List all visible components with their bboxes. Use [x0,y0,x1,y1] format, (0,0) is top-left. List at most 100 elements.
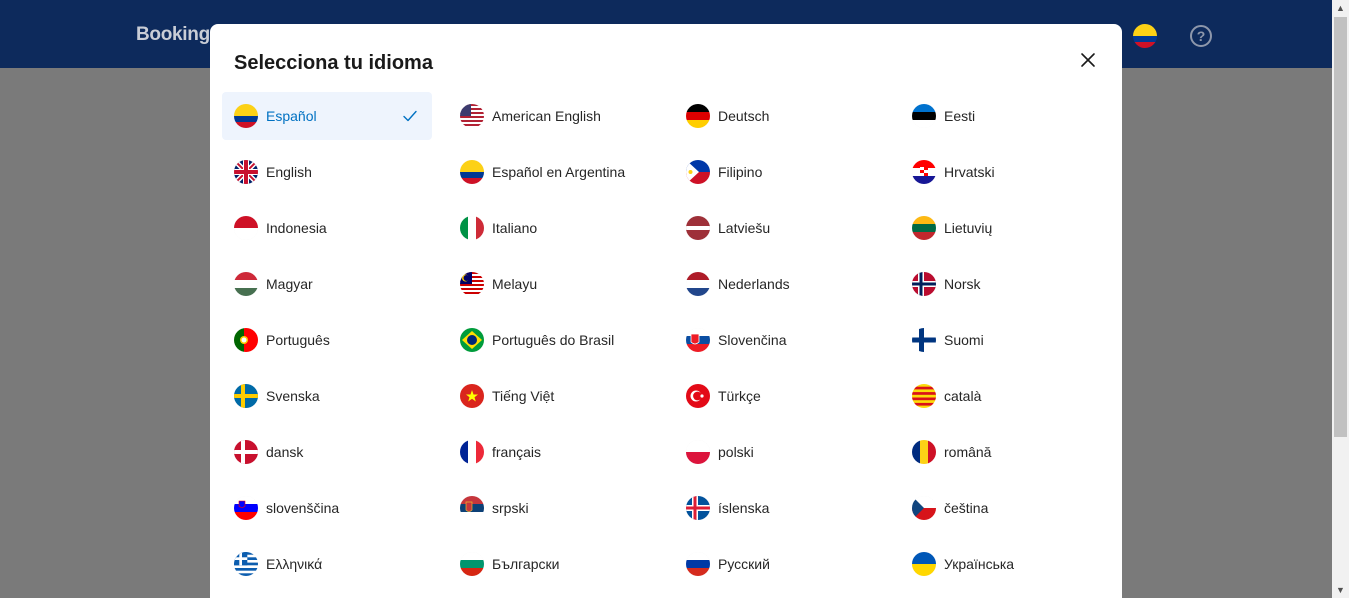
flag-id-icon [234,216,258,240]
language-option[interactable]: Slovenčina [674,316,884,364]
language-option[interactable]: Filipino [674,148,884,196]
language-list: Español American English Deutsch Eesti Engli… [222,92,1126,588]
flag-co-icon [460,160,484,184]
language-label: Lietuvių [944,220,993,236]
language-option[interactable]: Українська [900,540,1110,588]
language-label: polski [718,444,754,460]
language-option[interactable]: dansk [222,428,432,476]
flag-gb-icon [234,160,258,184]
help-icon[interactable]: ? [1190,25,1212,47]
language-option[interactable]: français [448,428,658,476]
language-option[interactable]: Português do Brasil [448,316,658,364]
language-label: Magyar [266,276,313,292]
flag-ee-icon [912,104,936,128]
language-label: Filipino [718,164,763,180]
language-option[interactable]: Ελληνικά [222,540,432,588]
flag-ph-icon [686,160,710,184]
language-label: Italiano [492,220,538,236]
language-option[interactable]: Tiếng Việt [448,372,658,420]
language-option[interactable]: català [900,372,1110,420]
flag-se-icon [234,384,258,408]
language-label: Latviešu [718,220,771,236]
language-label: Melayu [492,276,538,292]
language-label: Türkçe [718,388,761,404]
flag-gr-icon [234,552,258,576]
language-option[interactable]: Melayu [448,260,658,308]
language-label: Español en Argentina [492,164,626,180]
language-option[interactable]: Latviešu [674,204,884,252]
language-option[interactable]: Türkçe [674,372,884,420]
scroll-down-arrow-icon[interactable]: ▼ [1332,582,1349,598]
flag-ua-icon [912,552,936,576]
checkmark-icon [403,110,417,122]
scrollbar-thumb[interactable] [1334,17,1347,437]
language-label: Eesti [944,108,976,124]
language-label: Nederlands [718,276,790,292]
language-option[interactable]: Português [222,316,432,364]
flag-ca-icon [912,384,936,408]
flag-us-icon [460,104,484,128]
close-button[interactable] [1076,48,1100,72]
language-option[interactable]: Magyar [222,260,432,308]
language-label: American English [492,108,601,124]
language-option[interactable]: American English [448,92,658,140]
flag-co-icon [234,104,258,128]
language-option[interactable]: Indonesia [222,204,432,252]
language-option[interactable]: Hrvatski [900,148,1110,196]
language-option[interactable]: íslenska [674,484,884,532]
current-language-flag-button[interactable] [1133,24,1157,48]
flag-br-icon [460,328,484,352]
modal-title: Selecciona tu idioma [234,52,433,74]
language-modal: Selecciona tu idioma Español American Eng… [210,24,1122,598]
language-option[interactable]: čeština [900,484,1110,532]
language-option[interactable]: Norsk [900,260,1110,308]
language-option[interactable]: Español en Argentina [448,148,658,196]
language-label: Svenska [266,388,320,404]
flag-ro-icon [912,440,936,464]
language-label: français [492,444,542,460]
flag-cz-icon [912,496,936,520]
language-option[interactable]: srpski [448,484,658,532]
language-label: slovenščina [266,500,340,516]
flag-lv-icon [686,216,710,240]
flag-no-icon [912,272,936,296]
language-option[interactable]: slovenščina [222,484,432,532]
language-option[interactable]: polski [674,428,884,476]
language-label: català [944,388,982,404]
flag-pl-icon [686,440,710,464]
language-option[interactable]: Italiano [448,204,658,252]
language-label: Deutsch [718,108,770,124]
language-option[interactable]: română [900,428,1110,476]
language-option[interactable]: Deutsch [674,92,884,140]
flag-dk-icon [234,440,258,464]
language-option[interactable]: Svenska [222,372,432,420]
flag-nl-icon [686,272,710,296]
flag-bg-icon [460,552,484,576]
scrollbar-gutter [1349,0,1366,598]
language-option[interactable]: Русский [674,540,884,588]
flag-rs-icon [460,496,484,520]
language-label: Norsk [944,276,981,292]
language-option[interactable]: Suomi [900,316,1110,364]
language-label: Português do Brasil [492,332,615,348]
booking-logo[interactable]: Booking. [136,24,215,46]
language-label: íslenska [718,500,770,516]
language-option[interactable]: Español [222,92,432,140]
language-label: dansk [266,444,304,460]
language-label: Tiếng Việt [492,388,555,404]
flag-hu-icon [234,272,258,296]
language-label: Português [266,332,330,348]
language-option[interactable]: Eesti [900,92,1110,140]
flag-vn-icon [460,384,484,408]
flag-pt-icon [234,328,258,352]
language-option[interactable]: Български [448,540,658,588]
language-option[interactable]: Nederlands [674,260,884,308]
flag-si-icon [234,496,258,520]
language-option[interactable]: Lietuvių [900,204,1110,252]
flag-de-icon [686,104,710,128]
scroll-up-arrow-icon[interactable]: ▲ [1332,0,1349,16]
language-label: Українська [944,556,1015,572]
language-option[interactable]: English [222,148,432,196]
flag-my-icon [460,272,484,296]
flag-fi-icon [912,328,936,352]
